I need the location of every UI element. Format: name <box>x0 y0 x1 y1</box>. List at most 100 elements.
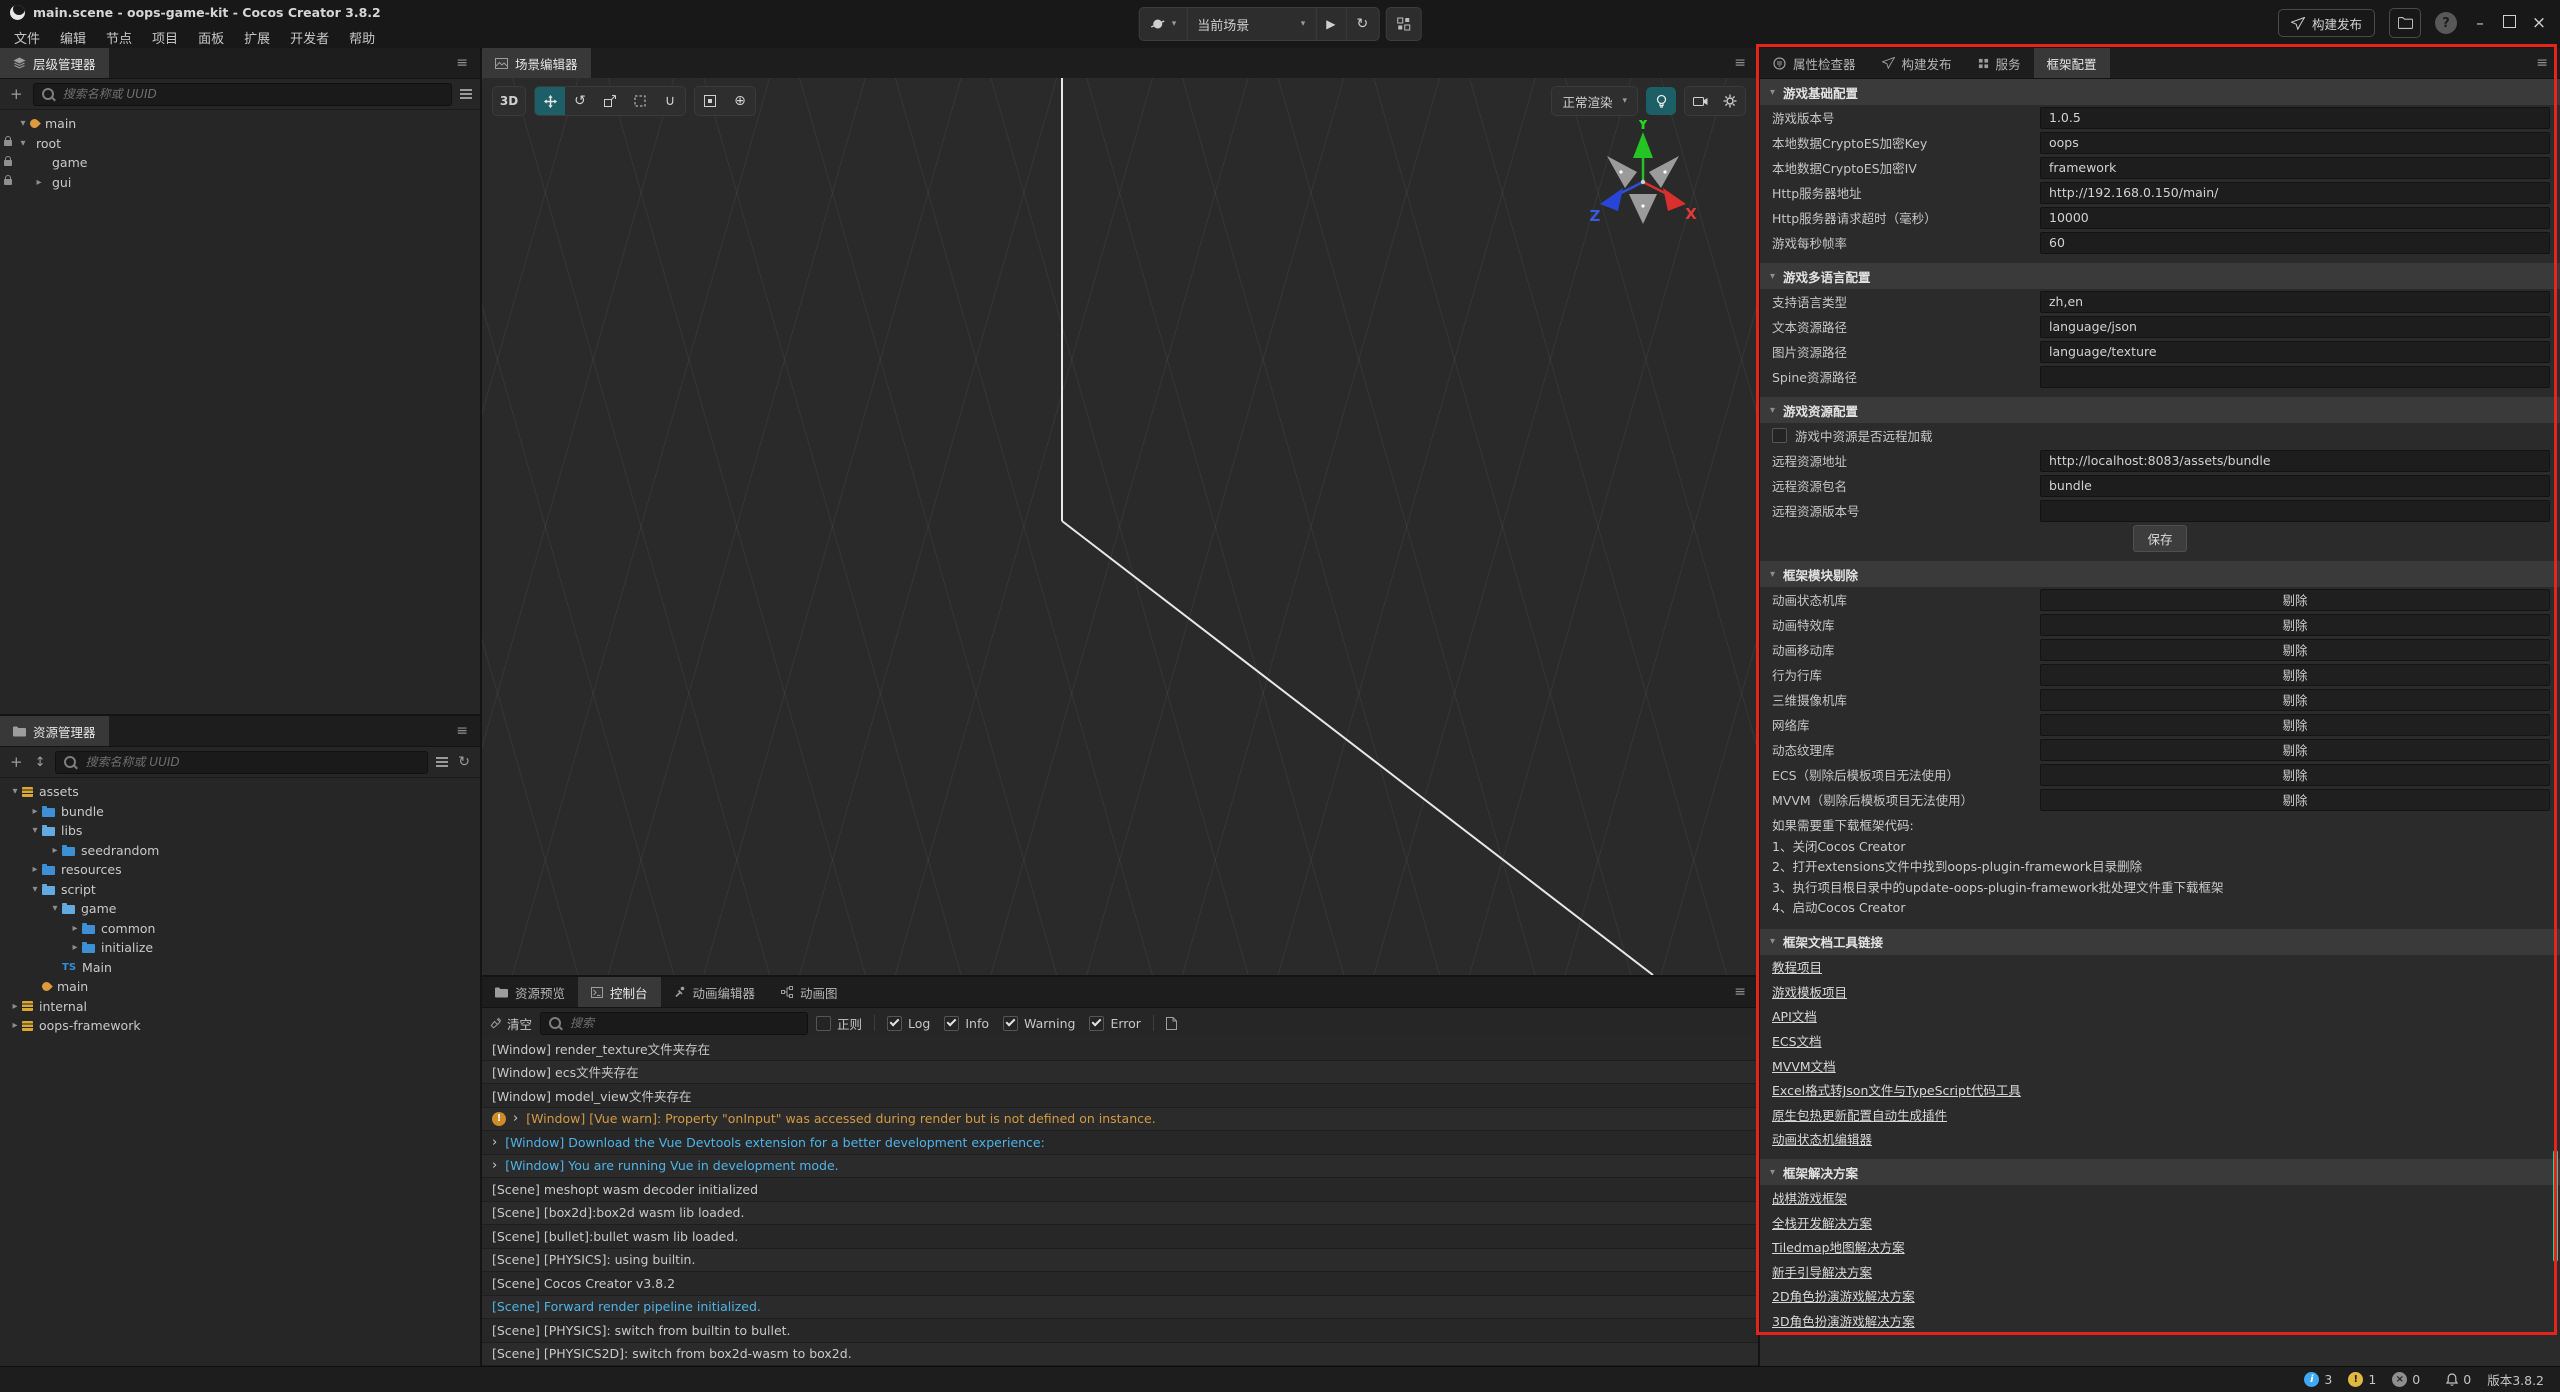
doc-link[interactable]: 全栈开发解决方案 <box>1772 1213 1872 1232</box>
chevron-right-icon[interactable]: ▸ <box>48 845 62 856</box>
tab-服务[interactable]: 服务 <box>1965 48 2034 78</box>
property-input[interactable] <box>2040 182 2550 204</box>
remove-module-button[interactable]: 剔除 <box>2040 664 2550 686</box>
menu-item[interactable]: 开发者 <box>280 28 339 47</box>
platform-select[interactable]: ▾ <box>1140 8 1188 40</box>
sort-icon[interactable]: ↕ <box>33 755 48 770</box>
tab-动画图[interactable]: 动画图 <box>768 977 851 1007</box>
console-search-input[interactable] <box>568 1015 799 1031</box>
chevron-down-icon[interactable]: ▾ <box>16 138 30 149</box>
hierarchy-search-input[interactable] <box>61 86 443 102</box>
section-resource-config[interactable]: ▾ 游戏资源配置 <box>1760 397 2560 423</box>
filter-warning-checkbox[interactable]: Warning <box>1003 1016 1075 1031</box>
tree-node[interactable]: ▾game <box>0 899 480 919</box>
doc-link[interactable]: Excel格式转Json文件与TypeScript代码工具 <box>1772 1080 2021 1099</box>
section-basic-config[interactable]: ▾ 游戏基础配置 <box>1760 79 2560 105</box>
property-input[interactable] <box>2040 316 2550 338</box>
axis-z-label[interactable]: Z <box>1590 207 1601 225</box>
doc-link[interactable]: ECS文档 <box>1772 1031 1822 1050</box>
log-file-icon[interactable] <box>1166 1017 1177 1030</box>
property-input[interactable] <box>2040 207 2550 229</box>
log-row[interactable]: [Scene] [PHYSICS]: using builtin. <box>482 1249 1758 1273</box>
section-module-remove[interactable]: ▾ 框架模块剔除 <box>1760 561 2560 587</box>
help-button[interactable]: ? <box>2435 12 2457 34</box>
property-input[interactable] <box>2040 232 2550 254</box>
reload-button[interactable]: ↻ <box>1347 8 1379 40</box>
render-mode-select[interactable]: 正常渲染 ▾ <box>1551 86 1638 116</box>
chevron-right-icon[interactable]: ▸ <box>8 1020 22 1031</box>
menu-item[interactable]: 扩展 <box>234 28 280 47</box>
chevron-down-icon[interactable]: ▾ <box>28 884 42 895</box>
chevron-right-icon[interactable]: ▸ <box>8 1001 22 1012</box>
log-row[interactable]: ›[Window] Download the Vue Devtools exte… <box>482 1131 1758 1155</box>
tab-框架配置[interactable]: 框架配置 <box>2034 48 2110 78</box>
menu-item[interactable]: 文件 <box>4 28 50 47</box>
chevron-down-icon[interactable]: ▾ <box>48 903 62 914</box>
doc-link[interactable]: MVVM文档 <box>1772 1056 1836 1075</box>
pivot-button[interactable] <box>695 87 725 115</box>
property-input[interactable] <box>2040 157 2550 179</box>
axis-y-label[interactable]: Y <box>1637 120 1650 133</box>
log-row[interactable]: [Scene] Cocos Creator v3.8.2 <box>482 1272 1758 1296</box>
menu-item[interactable]: 面板 <box>188 28 234 47</box>
menu-item[interactable]: 帮助 <box>339 28 385 47</box>
doc-link[interactable]: 新手引导解决方案 <box>1772 1262 1872 1281</box>
chevron-down-icon[interactable]: ▾ <box>28 825 42 836</box>
property-input[interactable] <box>2040 500 2550 522</box>
close-button[interactable]: × <box>2530 13 2548 33</box>
camera-icon[interactable] <box>1685 87 1715 115</box>
tree-node[interactable]: ▸oops-framework <box>0 1016 480 1036</box>
clear-console-button[interactable]: 清空 <box>490 1014 532 1033</box>
light-toggle-button[interactable] <box>1646 87 1676 115</box>
doc-link[interactable]: 教程项目 <box>1772 957 1822 976</box>
log-row[interactable]: [Scene] [bullet]:bullet wasm lib loaded. <box>482 1225 1758 1249</box>
expand-icon[interactable]: › <box>492 1158 497 1173</box>
tree-node[interactable]: ▸gui <box>0 173 480 193</box>
tab-属性检查器[interactable]: 属性检查器 <box>1760 48 1869 78</box>
hierarchy-search[interactable] <box>33 83 452 106</box>
warning-count[interactable]: ! 1 <box>2348 1372 2376 1387</box>
play-button[interactable]: ▶ <box>1316 8 1346 40</box>
property-input[interactable] <box>2040 341 2550 363</box>
tree-node[interactable]: ▸seedrandom <box>0 841 480 861</box>
doc-link[interactable]: 战棋游戏框架 <box>1772 1188 1847 1207</box>
tree-node[interactable]: ▸bundle <box>0 802 480 822</box>
log-row[interactable]: [Window] render_texture文件夹存在 <box>482 1037 1758 1061</box>
3d-mode-button[interactable]: 3D <box>492 86 526 116</box>
panel-menu-icon[interactable]: ≡ <box>1722 977 1758 1007</box>
info-count[interactable]: i 3 <box>2304 1372 2332 1387</box>
rotate-tool-button[interactable]: ↺ <box>565 87 595 115</box>
layout-button[interactable] <box>1385 7 1421 41</box>
log-row[interactable]: [Window] model_view文件夹存在 <box>482 1084 1758 1108</box>
scrollbar-thumb[interactable] <box>2553 1150 2558 1262</box>
remove-module-button[interactable]: 剔除 <box>2040 739 2550 761</box>
tree-node[interactable]: ▾assets <box>0 782 480 802</box>
section-solutions[interactable]: ▾ 框架解决方案 <box>1760 1159 2560 1185</box>
log-row[interactable]: [Window] ecs文件夹存在 <box>482 1061 1758 1085</box>
tree-node[interactable]: ▾main <box>0 114 480 134</box>
tab-构建发布[interactable]: 构建发布 <box>1869 48 1965 78</box>
remove-module-button[interactable]: 剔除 <box>2040 639 2550 661</box>
chevron-down-icon[interactable]: ▾ <box>16 118 30 129</box>
open-folder-button[interactable] <box>2389 8 2421 38</box>
tab-assets[interactable]: 资源管理器 <box>0 716 109 746</box>
notification-count[interactable]: 0 <box>2446 1372 2471 1387</box>
doc-link[interactable]: 原生包热更新配置自动生成插件 <box>1772 1105 1947 1124</box>
save-button[interactable]: 保存 <box>2133 525 2186 552</box>
assets-search[interactable] <box>55 751 428 774</box>
rect-tool-button[interactable] <box>625 87 655 115</box>
expand-icon[interactable]: › <box>513 1111 518 1126</box>
menu-item[interactable]: 节点 <box>96 28 142 47</box>
add-asset-button[interactable]: + <box>8 753 25 771</box>
section-doc-links[interactable]: ▾ 框架文档工具链接 <box>1760 929 2560 955</box>
doc-link[interactable]: 3D角色扮演游戏解决方案 <box>1772 1311 1915 1330</box>
axis-x-label[interactable]: X <box>1685 205 1697 223</box>
log-row[interactable]: [Scene] [PHYSICS2D]: switch from box2d-w… <box>482 1343 1758 1367</box>
log-row[interactable]: !›[Window] [Vue warn]: Property "onInput… <box>482 1108 1758 1132</box>
property-input[interactable] <box>2040 475 2550 497</box>
remove-module-button[interactable]: 剔除 <box>2040 789 2550 811</box>
coordinate-space-button[interactable]: ⊕ <box>725 87 755 115</box>
section-language-config[interactable]: ▾ 游戏多语言配置 <box>1760 263 2560 289</box>
menu-item[interactable]: 项目 <box>142 28 188 47</box>
remove-module-button[interactable]: 剔除 <box>2040 689 2550 711</box>
